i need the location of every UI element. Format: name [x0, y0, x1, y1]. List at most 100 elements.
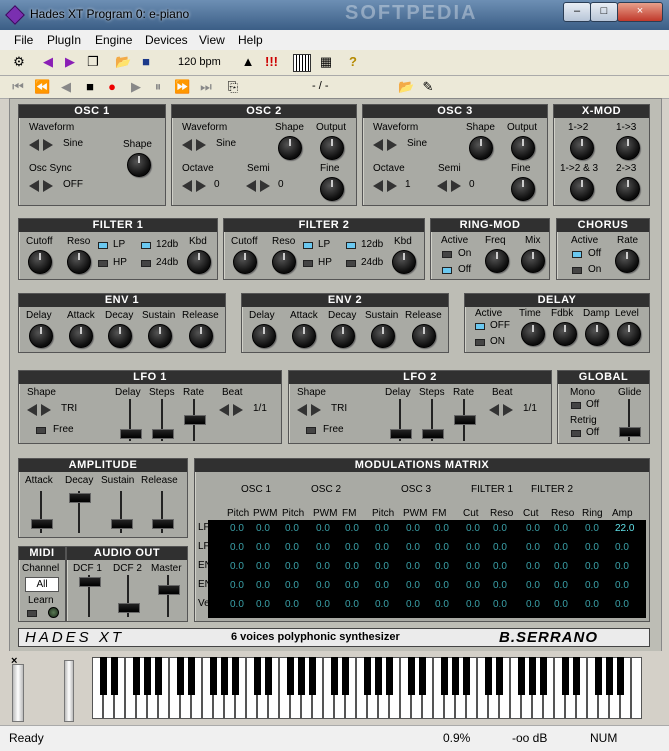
- global-mono-led[interactable]: [571, 402, 581, 409]
- delay-off-led[interactable]: [475, 323, 485, 330]
- matrix-cell[interactable]: 0.0: [554, 542, 568, 553]
- matrix-cell[interactable]: 0.0: [345, 580, 359, 591]
- matrix-cell[interactable]: 0.0: [406, 542, 420, 553]
- matrix-cell[interactable]: 0.0: [615, 561, 629, 572]
- audioout-dcf1-slider[interactable]: [79, 575, 101, 617]
- menu-devices[interactable]: Devices: [145, 33, 188, 47]
- env1-release-knob[interactable]: [189, 324, 213, 348]
- lfo2-shape-arrows[interactable]: [297, 404, 323, 416]
- rewind-start-icon[interactable]: ⏮: [10, 79, 26, 95]
- black-key[interactable]: [309, 657, 316, 695]
- matrix-cell[interactable]: 0.0: [345, 561, 359, 572]
- global-glide-slider[interactable]: [619, 399, 641, 441]
- filter1-reso-knob[interactable]: [67, 250, 91, 274]
- edit-icon[interactable]: ✎: [420, 79, 436, 95]
- black-key[interactable]: [265, 657, 272, 695]
- matrix-cell[interactable]: 0.0: [554, 580, 568, 591]
- delay-time-knob[interactable]: [521, 322, 545, 346]
- amplitude-decay-slider[interactable]: [69, 491, 91, 533]
- black-key[interactable]: [496, 657, 503, 695]
- maximize-button[interactable]: □: [590, 2, 618, 22]
- matrix-cell[interactable]: 0.0: [230, 523, 244, 534]
- matrix-cell[interactable]: 0.0: [406, 523, 420, 534]
- filter2-cutoff-knob[interactable]: [233, 250, 257, 274]
- matrix-cell[interactable]: 22.0: [615, 523, 634, 534]
- matrix-cell[interactable]: 0.0: [256, 523, 270, 534]
- forward-arrow-icon[interactable]: ▶: [62, 54, 78, 70]
- env2-release-knob[interactable]: [412, 324, 436, 348]
- black-key[interactable]: [232, 657, 239, 695]
- matrix-cell[interactable]: 0.0: [375, 542, 389, 553]
- black-key[interactable]: [144, 657, 151, 695]
- matrix-cell[interactable]: 0.0: [316, 599, 330, 610]
- matrix-cell[interactable]: 0.0: [285, 599, 299, 610]
- amplitude-attack-slider[interactable]: [31, 491, 53, 533]
- matrix-cell[interactable]: 0.0: [554, 561, 568, 572]
- black-key[interactable]: [155, 657, 162, 695]
- black-key[interactable]: [331, 657, 338, 695]
- matrix-cell[interactable]: 0.0: [526, 523, 540, 534]
- filter1-lp-led[interactable]: [98, 242, 108, 249]
- filter1-24db-led[interactable]: [141, 260, 151, 267]
- delay-damp-knob[interactable]: [585, 322, 609, 346]
- chorus-off-led[interactable]: [572, 251, 582, 258]
- env1-sustain-knob[interactable]: [148, 324, 172, 348]
- black-key[interactable]: [485, 657, 492, 695]
- filter1-hp-led[interactable]: [98, 260, 108, 267]
- matrix-cell[interactable]: 0.0: [406, 599, 420, 610]
- white-key[interactable]: [631, 657, 642, 719]
- matrix-cell[interactable]: 0.0: [526, 542, 540, 553]
- play-icon[interactable]: ▶: [128, 79, 144, 95]
- matrix-cell[interactable]: 0.0: [230, 561, 244, 572]
- tempo-display[interactable]: 120 bpm: [178, 56, 221, 68]
- matrix-cell[interactable]: 0.0: [554, 599, 568, 610]
- amplitude-release-slider[interactable]: [152, 491, 174, 533]
- matrix-cell[interactable]: 0.0: [230, 542, 244, 553]
- matrix-cell[interactable]: 0.0: [256, 599, 270, 610]
- menu-file[interactable]: File: [14, 33, 33, 47]
- keyboard-icon[interactable]: [293, 54, 311, 72]
- black-key[interactable]: [210, 657, 217, 695]
- black-key[interactable]: [595, 657, 602, 695]
- black-key[interactable]: [617, 657, 624, 695]
- matrix-cell[interactable]: 0.0: [615, 599, 629, 610]
- audioout-master-slider[interactable]: [158, 575, 180, 617]
- osc3-octave-arrows[interactable]: [373, 180, 399, 192]
- matrix-cell[interactable]: 0.0: [406, 561, 420, 572]
- ringmod-on-led[interactable]: [442, 251, 452, 258]
- lfo1-free-led[interactable]: [36, 427, 46, 434]
- osc3-shape-knob[interactable]: [469, 136, 493, 160]
- matrix-cell[interactable]: 0.0: [493, 580, 507, 591]
- black-key[interactable]: [529, 657, 536, 695]
- osc3-semi-arrows[interactable]: [437, 180, 463, 192]
- matrix-cell[interactable]: 0.0: [316, 542, 330, 553]
- black-key[interactable]: [100, 657, 107, 695]
- lfo1-delay-slider[interactable]: [120, 399, 142, 441]
- matrix-cell[interactable]: 0.0: [466, 599, 480, 610]
- matrix-cell[interactable]: 0.0: [256, 561, 270, 572]
- filter1-12db-led[interactable]: [141, 242, 151, 249]
- audioout-dcf2-slider[interactable]: [118, 575, 140, 617]
- env2-decay-knob[interactable]: [331, 324, 355, 348]
- filter2-lp-led[interactable]: [303, 242, 313, 249]
- black-key[interactable]: [298, 657, 305, 695]
- matrix-cell[interactable]: 0.0: [375, 599, 389, 610]
- menu-help[interactable]: Help: [238, 33, 263, 47]
- midi-learn-led[interactable]: [27, 610, 37, 617]
- lfo1-shape-arrows[interactable]: [27, 404, 53, 416]
- lfo2-delay-slider[interactable]: [390, 399, 412, 441]
- matrix-cell[interactable]: 0.0: [493, 599, 507, 610]
- filter1-kbd-knob[interactable]: [187, 250, 211, 274]
- chorus-rate-knob[interactable]: [615, 249, 639, 273]
- black-key[interactable]: [573, 657, 580, 695]
- matrix-cell[interactable]: 0.0: [285, 580, 299, 591]
- ringmod-freq-knob[interactable]: [485, 249, 509, 273]
- matrix-cell[interactable]: 0.0: [285, 542, 299, 553]
- osc3-fine-knob[interactable]: [511, 177, 535, 201]
- osc1-waveform-arrows[interactable]: [29, 139, 55, 151]
- menu-plugin[interactable]: PlugIn: [47, 33, 81, 47]
- ringmod-mix-knob[interactable]: [521, 249, 545, 273]
- matrix-cell[interactable]: 0.0: [615, 580, 629, 591]
- osc2-semi-arrows[interactable]: [246, 180, 272, 192]
- xmod-1to23-knob[interactable]: [570, 177, 594, 201]
